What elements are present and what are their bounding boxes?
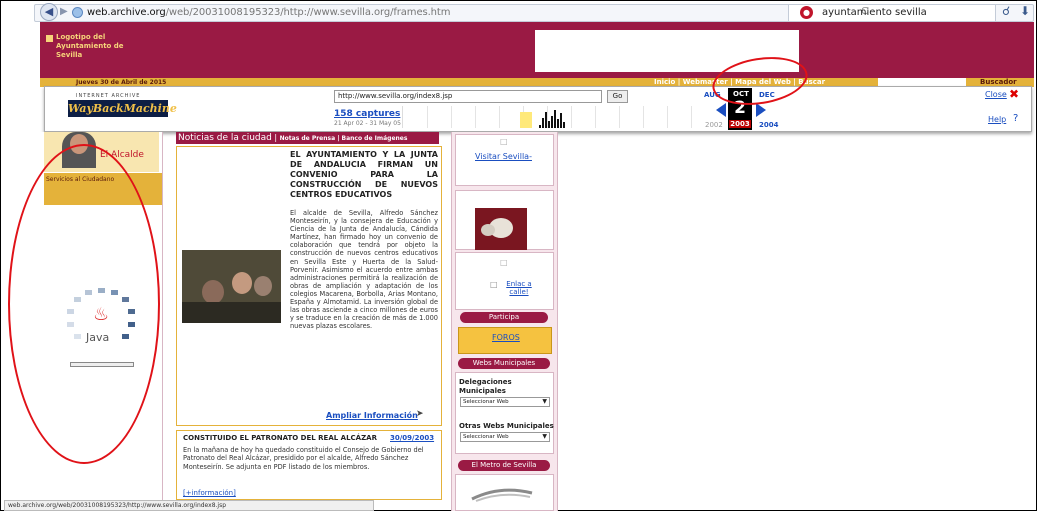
next-capture-icon[interactable] [756, 103, 766, 117]
site-globe-icon [72, 7, 83, 18]
sparkline-bar [554, 110, 556, 128]
otras-webs-label: Otras Webs Municipales [459, 422, 554, 430]
news2-body: En la mañana de hoy ha quedado constitui… [183, 446, 424, 471]
sparkline-bar [557, 119, 559, 128]
captures-range: 21 Apr 02 - 31 May 05 [334, 120, 401, 127]
url-path: /web/20031008195323/http://www.sevilla.o… [165, 7, 451, 18]
news-photo [182, 250, 281, 323]
metro-heading[interactable]: El Metro de Sevilla [458, 460, 550, 471]
sparkline-bar [548, 121, 550, 128]
site-logo[interactable]: Logotipo del Ayuntamiento de Sevilla [46, 33, 126, 60]
search-engine-icon[interactable]: ● [800, 6, 813, 19]
wayback-go-button[interactable]: Go [607, 90, 628, 103]
sparkline-bar [542, 118, 544, 128]
magnifier-icon[interactable]: ☌ [1002, 4, 1010, 18]
sparkline-bar [563, 122, 565, 128]
sparkline-tick [499, 106, 500, 128]
sparkline-bar [560, 113, 562, 128]
browser-search-input[interactable]: ayuntamiento sevilla [822, 7, 927, 18]
delegaciones-select[interactable]: Seleccionar Web ▼ [460, 397, 550, 407]
participa-heading: Participa [460, 312, 548, 323]
sparkline-tick [427, 106, 428, 128]
doc-icon: □ [490, 280, 498, 289]
capture-sparkline[interactable] [402, 106, 704, 128]
sparkline-tick [595, 106, 596, 128]
sparkline-tick [691, 106, 692, 128]
news-headline[interactable]: EL AYUNTAMIENTO Y LA JUNTA DE ANDALUCIA … [290, 150, 438, 200]
sparkline-tick [451, 106, 452, 128]
chevron-down-icon: ▼ [542, 398, 547, 405]
internet-archive-label: INTERNET ARCHIVE [76, 93, 141, 99]
news-tab-title[interactable]: Noticias de la ciudad [178, 133, 272, 143]
sparkline-tick [475, 106, 476, 128]
chevron-down-icon: ▼ [542, 433, 547, 440]
news-more-link[interactable]: Ampliar Información [326, 411, 418, 420]
flower-petal [481, 224, 495, 236]
photo-table [182, 302, 281, 323]
otras-webs-select[interactable]: Seleccionar Web ▼ [460, 432, 550, 442]
sparkline-tick [571, 106, 572, 128]
news2-more-link[interactable]: [+información] [183, 489, 236, 497]
flower-image[interactable] [475, 208, 527, 250]
sparkline-bar [539, 125, 541, 128]
year-current: 2003 [729, 120, 751, 128]
photo-figure [202, 280, 224, 304]
back-icon[interactable]: ◀ [40, 3, 58, 21]
webs-heading: Webs Municipales [458, 358, 550, 369]
more-arrow-icon[interactable]: ➤ [416, 409, 424, 419]
photo-figure [232, 272, 252, 294]
url-domain: web.archive.org [87, 7, 166, 18]
delegaciones-select-value: Seleccionar Web [463, 399, 509, 405]
broken-image-icon: □ [500, 137, 508, 146]
wayback-url-input[interactable]: http://www.sevilla.org/index8.jsp [334, 90, 602, 103]
sparkline-tick [643, 106, 644, 128]
foros-link[interactable]: FOROS [492, 333, 520, 342]
links-link[interactable]: Enlac a calle! [500, 280, 538, 296]
year-next[interactable]: 2004 [759, 121, 778, 129]
help-icon[interactable]: ? [1013, 113, 1018, 124]
annotation-circle-left [8, 144, 160, 464]
broken-image-icon: □ [500, 258, 508, 267]
news2-date[interactable]: 30/09/2003 [390, 434, 434, 442]
photo-figure [254, 276, 272, 296]
sparkline-bar [551, 116, 553, 128]
browser-status-bar: web.archive.org/web/20031008195323/http:… [4, 500, 374, 511]
forward-icon[interactable]: ▶ [60, 6, 70, 18]
otras-webs-select-value: Seleccionar Web [463, 434, 509, 440]
news-tab-bar[interactable]: Noticias de la ciudad | Notas de Prensa … [176, 132, 439, 144]
close-icon[interactable]: ✖ [1009, 87, 1019, 101]
visit-link[interactable]: Visitar Sevilla- [475, 152, 532, 161]
delegaciones-label: Delegaciones Municipales [459, 378, 512, 395]
sparkline-tick [667, 106, 668, 128]
sparkline-tick [619, 106, 620, 128]
news2-title[interactable]: CONSTITUIDO EL PATRONATO DEL REAL ALCÁZA… [183, 434, 377, 442]
wayback-logo[interactable]: WayBackMachine [68, 100, 177, 117]
address-text[interactable]: web.archive.org/web/20031008195323/http:… [87, 7, 450, 18]
metro-swoosh [475, 493, 531, 502]
metro-logo-icon[interactable] [470, 483, 534, 503]
wayback-help-link[interactable]: Help [988, 115, 1006, 124]
sparkline-bar [545, 112, 547, 128]
year-prev: 2002 [705, 121, 723, 129]
download-icon[interactable]: ⬇ [1020, 4, 1030, 18]
wayback-close-link[interactable]: Close [985, 90, 1007, 99]
news-body: El alcalde de Sevilla, Alfredo Sánchez M… [290, 209, 438, 331]
news-tab-links[interactable]: Notas de Prensa | Banco de Imágenes [280, 135, 408, 142]
prev-capture-icon[interactable] [716, 103, 726, 117]
sparkline-current-year [520, 112, 532, 128]
captures-link[interactable]: 158 captures [334, 109, 400, 119]
